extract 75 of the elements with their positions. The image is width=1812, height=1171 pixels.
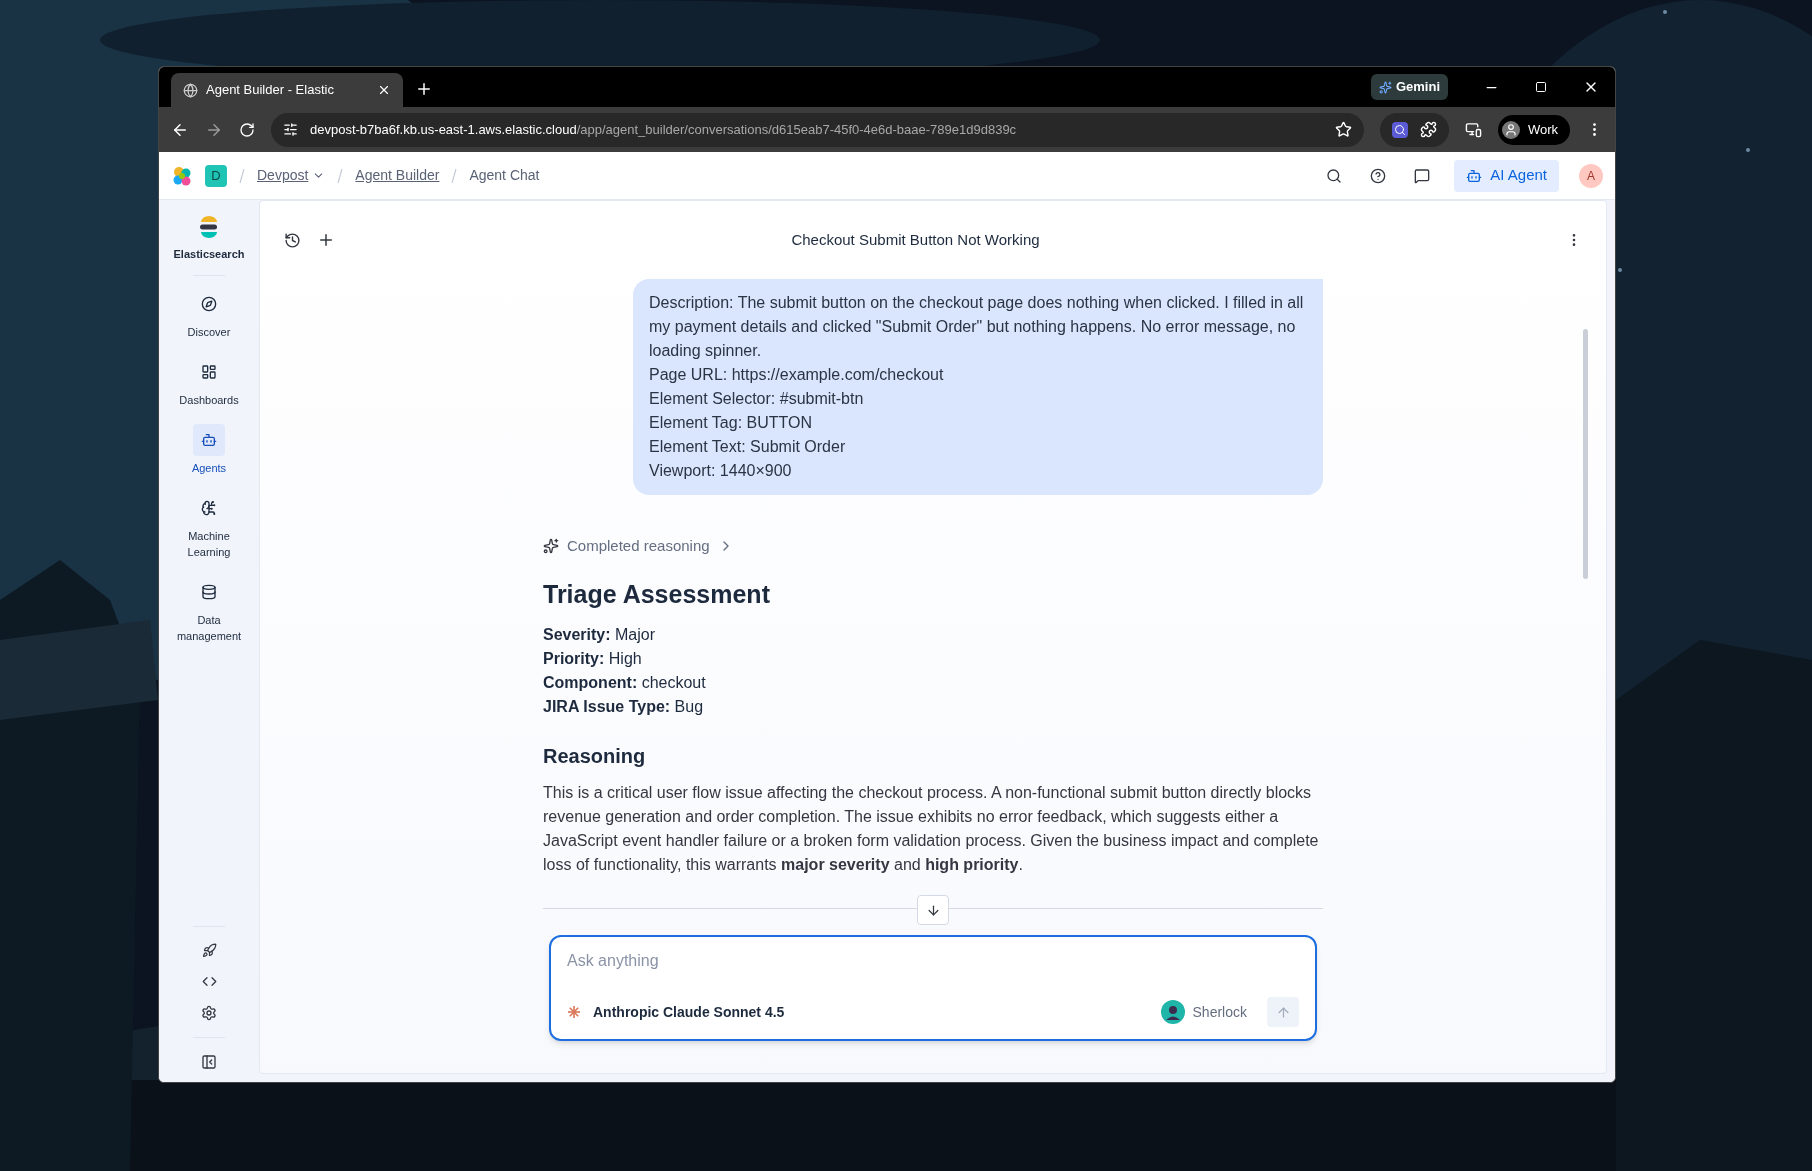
nav-item[interactable]: Agents: [167, 423, 251, 476]
close-tab-icon[interactable]: [377, 83, 391, 97]
dashboard-icon: [201, 363, 217, 380]
assessment-field: Severity: Major: [543, 623, 1323, 647]
profile-avatar-icon: [1501, 120, 1520, 139]
response-heading: Triage Assessment: [543, 578, 771, 610]
message-text: Description: The submit button on the checkout page does nothing when clicked. I filled in all my payment details and clicked "Submit Order" but nothing happens. No error message, no loading spinner.: [649, 293, 1305, 361]
gemini-button[interactable]: Gemini: [1370, 74, 1448, 100]
arrow-down-icon: [925, 902, 941, 918]
agent-avatar-icon: [1160, 1000, 1185, 1024]
ai-agent-button[interactable]: AI Agent: [1454, 159, 1559, 192]
brain-icon: [201, 499, 217, 516]
breadcrumb-link[interactable]: Agent Builder: [355, 165, 440, 186]
extensions-icon[interactable]: [1419, 121, 1437, 138]
nav-item[interactable]: Data management: [167, 575, 251, 644]
history-icon[interactable]: [284, 231, 301, 249]
address-bar[interactable]: devpost-b7ba6f.kb.us-east-1.aws.elastic.cloud/app/agent_builder/conversations/d615eab7-45f0-4e6d-baae-789e1d9d839c: [271, 112, 1364, 147]
reload-icon[interactable]: [239, 121, 255, 138]
robot-icon: [1466, 167, 1483, 184]
assessment-field: Priority: High: [543, 647, 1323, 671]
elasticsearch-logo-icon: [198, 216, 220, 238]
nav-item[interactable]: Machine Learning: [167, 491, 251, 560]
assessment-field: JIRA Issue Type: Bug: [543, 695, 1323, 719]
site-info-icon[interactable]: [283, 122, 298, 137]
rocket-icon[interactable]: [201, 943, 217, 958]
breadcrumb-link[interactable]: Devpost: [257, 165, 326, 186]
browser-tab[interactable]: Agent Builder - Elastic: [171, 73, 403, 107]
completed-reasoning-toggle[interactable]: Completed reasoning: [543, 535, 734, 558]
nav-item[interactable]: Discover: [167, 287, 251, 340]
code-icon[interactable]: [201, 974, 217, 989]
response-paragraph: This is a critical user flow issue affecting the checkout process. A non-functional submit button directly blocks revenue generation and order completion. The issue exhibits no error feedback, which suggests either a JavaScript event handler failure or a broken form validation process. Given the business impact and complete loss of functionality, this warrants major severity and high priority.: [543, 783, 1320, 875]
message-text: Page URL: https://example.com/checkout: [649, 365, 945, 385]
feedback-icon[interactable]: [1414, 167, 1431, 184]
chat-input-field[interactable]: Ask anything: [567, 949, 1299, 973]
conversation-title: Checkout Submit Button Not Working: [791, 229, 1040, 250]
scroll-down-button[interactable]: [917, 895, 949, 925]
message-text: Element Selector: #submit-btn: [649, 389, 865, 409]
chat-input-box[interactable]: Ask anything Anthropic Claude Sonnet 4.5 Sherlock: [549, 935, 1317, 1041]
elastic-logo-icon: [171, 164, 193, 187]
scrollbar[interactable]: [1583, 329, 1588, 579]
message-text: Viewport: 1440×900: [649, 461, 793, 481]
bookmark-star-icon[interactable]: [1334, 121, 1352, 138]
assessment-field: Component: checkout: [543, 671, 1323, 695]
model-selector[interactable]: Anthropic Claude Sonnet 4.5: [593, 1001, 785, 1023]
agent-selector[interactable]: Sherlock: [1192, 1001, 1247, 1023]
model-icon: [567, 1005, 581, 1019]
message-text: Element Text: Submit Order: [649, 437, 847, 457]
lens-icon[interactable]: [1391, 121, 1408, 138]
response-subheading: Reasoning: [543, 744, 647, 769]
sparkle-icon: [543, 538, 559, 555]
breadcrumb-separator-icon: [451, 167, 458, 184]
breadcrumb-current: Agent Chat: [469, 166, 540, 185]
maximize-icon[interactable]: [1535, 81, 1547, 93]
settings-icon[interactable]: [201, 1005, 217, 1021]
new-tab-icon[interactable]: [415, 80, 433, 98]
help-icon[interactable]: [1370, 167, 1387, 184]
search-icon[interactable]: [1326, 167, 1343, 184]
user-avatar[interactable]: A: [1579, 163, 1603, 188]
breadcrumb-separator-icon: [337, 167, 344, 184]
space-badge[interactable]: D: [205, 164, 227, 187]
breadcrumb-separator-icon: [239, 167, 245, 184]
url-text: devpost-b7ba6f.kb.us-east-1.aws.elastic.cloud/app/agent_builder/conversations/d615eab7-45f0-4e6d-baae-789e1d9d839c: [310, 120, 1017, 139]
new-chat-icon[interactable]: [317, 231, 335, 249]
message-text: Element Tag: BUTTON: [649, 413, 814, 433]
database-icon: [201, 583, 217, 600]
brand-label[interactable]: Elasticsearch: [173, 246, 245, 263]
cast-icon[interactable]: [1464, 121, 1482, 138]
profile-button[interactable]: Work: [1497, 114, 1570, 145]
nav-item[interactable]: Dashboards: [167, 355, 251, 408]
compass-icon: [201, 295, 217, 312]
sparkle-icon: [1378, 80, 1392, 94]
robot-icon: [201, 431, 217, 448]
collapse-icon[interactable]: [201, 1054, 217, 1070]
tab-favicon-icon: [183, 82, 198, 98]
tab-title: Agent Builder - Elastic: [206, 81, 335, 100]
